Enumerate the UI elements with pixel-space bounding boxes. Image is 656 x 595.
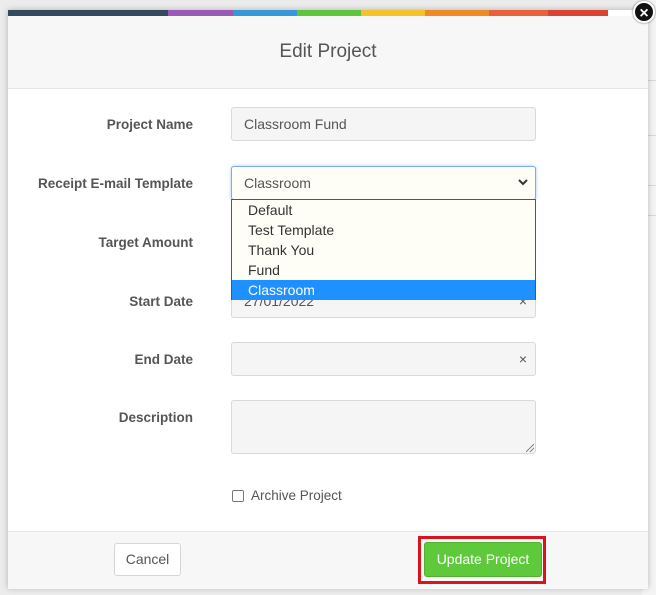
receipt-template-select[interactable]: Classroom (231, 166, 536, 200)
start-date-label: Start Date (129, 294, 193, 309)
end-date-label: End Date (134, 352, 193, 367)
modal-header: Edit Project (8, 16, 648, 89)
receipt-template-dropdown: Default Test Template Thank You Fund Cla… (231, 199, 536, 300)
update-project-button[interactable]: Update Project (424, 542, 542, 577)
archive-project-checkbox[interactable] (232, 490, 244, 502)
dropdown-option-test-template[interactable]: Test Template (232, 220, 535, 240)
archive-project-label[interactable]: Archive Project (251, 488, 342, 503)
project-name-value: Classroom Fund (244, 116, 347, 132)
description-label: Description (118, 410, 193, 425)
target-amount-label: Target Amount (98, 235, 194, 250)
close-icon[interactable]: × (633, 1, 655, 23)
project-name-input[interactable]: Classroom Fund (231, 107, 536, 141)
resize-handle-icon[interactable] (526, 444, 534, 452)
modal-title: Edit Project (279, 41, 377, 62)
dropdown-option-default[interactable]: Default (232, 200, 535, 220)
dropdown-option-thank-you[interactable]: Thank You (232, 240, 535, 260)
dropdown-option-fund[interactable]: Fund (232, 260, 535, 280)
clear-icon[interactable]: × (519, 343, 527, 375)
modal-footer: Cancel Update Project (8, 531, 648, 589)
edit-project-modal: Edit Project Project Name Classroom Fund… (8, 10, 648, 589)
receipt-template-label: Receipt E-mail Template (37, 176, 193, 191)
dropdown-option-classroom[interactable]: Classroom (232, 280, 535, 300)
project-name-label: Project Name (106, 117, 193, 132)
end-date-input[interactable]: × (231, 342, 536, 376)
description-textarea[interactable] (231, 400, 536, 454)
cancel-button[interactable]: Cancel (114, 543, 181, 576)
receipt-template-value: Classroom (244, 175, 311, 191)
